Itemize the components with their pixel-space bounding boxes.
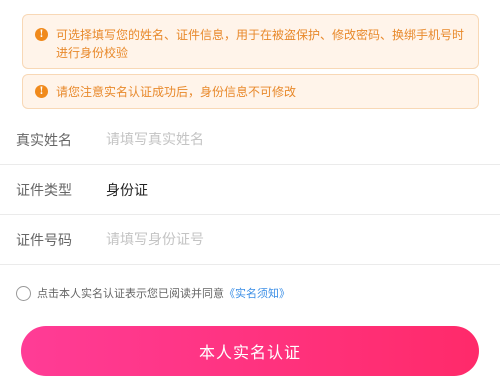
agree-radio[interactable] <box>16 285 31 301</box>
agreement-link[interactable]: 《实名须知》 <box>224 285 290 301</box>
notice-immutable: ! 请您注意实名认证成功后，身份信息不可修改 <box>22 74 479 109</box>
agreement-text: 点击本人实名认证表示您已阅读并同意 <box>37 287 224 300</box>
notice-text: 可选择填写您的姓名、证件信息，用于在被盗保护、修改密码、换绑手机号时进行身份校验 <box>56 28 465 60</box>
notice-privacy: ! 可选择填写您的姓名、证件信息，用于在被盗保护、修改密码、换绑手机号时进行身份… <box>22 14 479 69</box>
info-icon: ! <box>35 28 48 41</box>
id-type-value[interactable]: 身份证 <box>106 180 148 200</box>
id-number-input[interactable] <box>106 231 406 248</box>
id-type-row[interactable]: 证件类型 身份证 <box>0 165 500 215</box>
name-label: 真实姓名 <box>16 132 72 149</box>
id-type-label: 证件类型 <box>16 182 72 199</box>
name-row: 真实姓名 <box>0 115 500 165</box>
identity-form: 真实姓名 证件类型 身份证 证件号码 <box>0 115 500 265</box>
submit-verification-button[interactable]: 本人实名认证 <box>21 326 479 376</box>
id-number-label: 证件号码 <box>16 232 72 249</box>
name-input[interactable] <box>106 131 406 148</box>
agreement: 点击本人实名认证表示您已阅读并同意 《实名须知》 <box>16 284 290 302</box>
id-number-row: 证件号码 <box>0 215 500 265</box>
notice-text: 请您注意实名认证成功后，身份信息不可修改 <box>56 85 297 99</box>
info-icon: ! <box>35 85 48 98</box>
